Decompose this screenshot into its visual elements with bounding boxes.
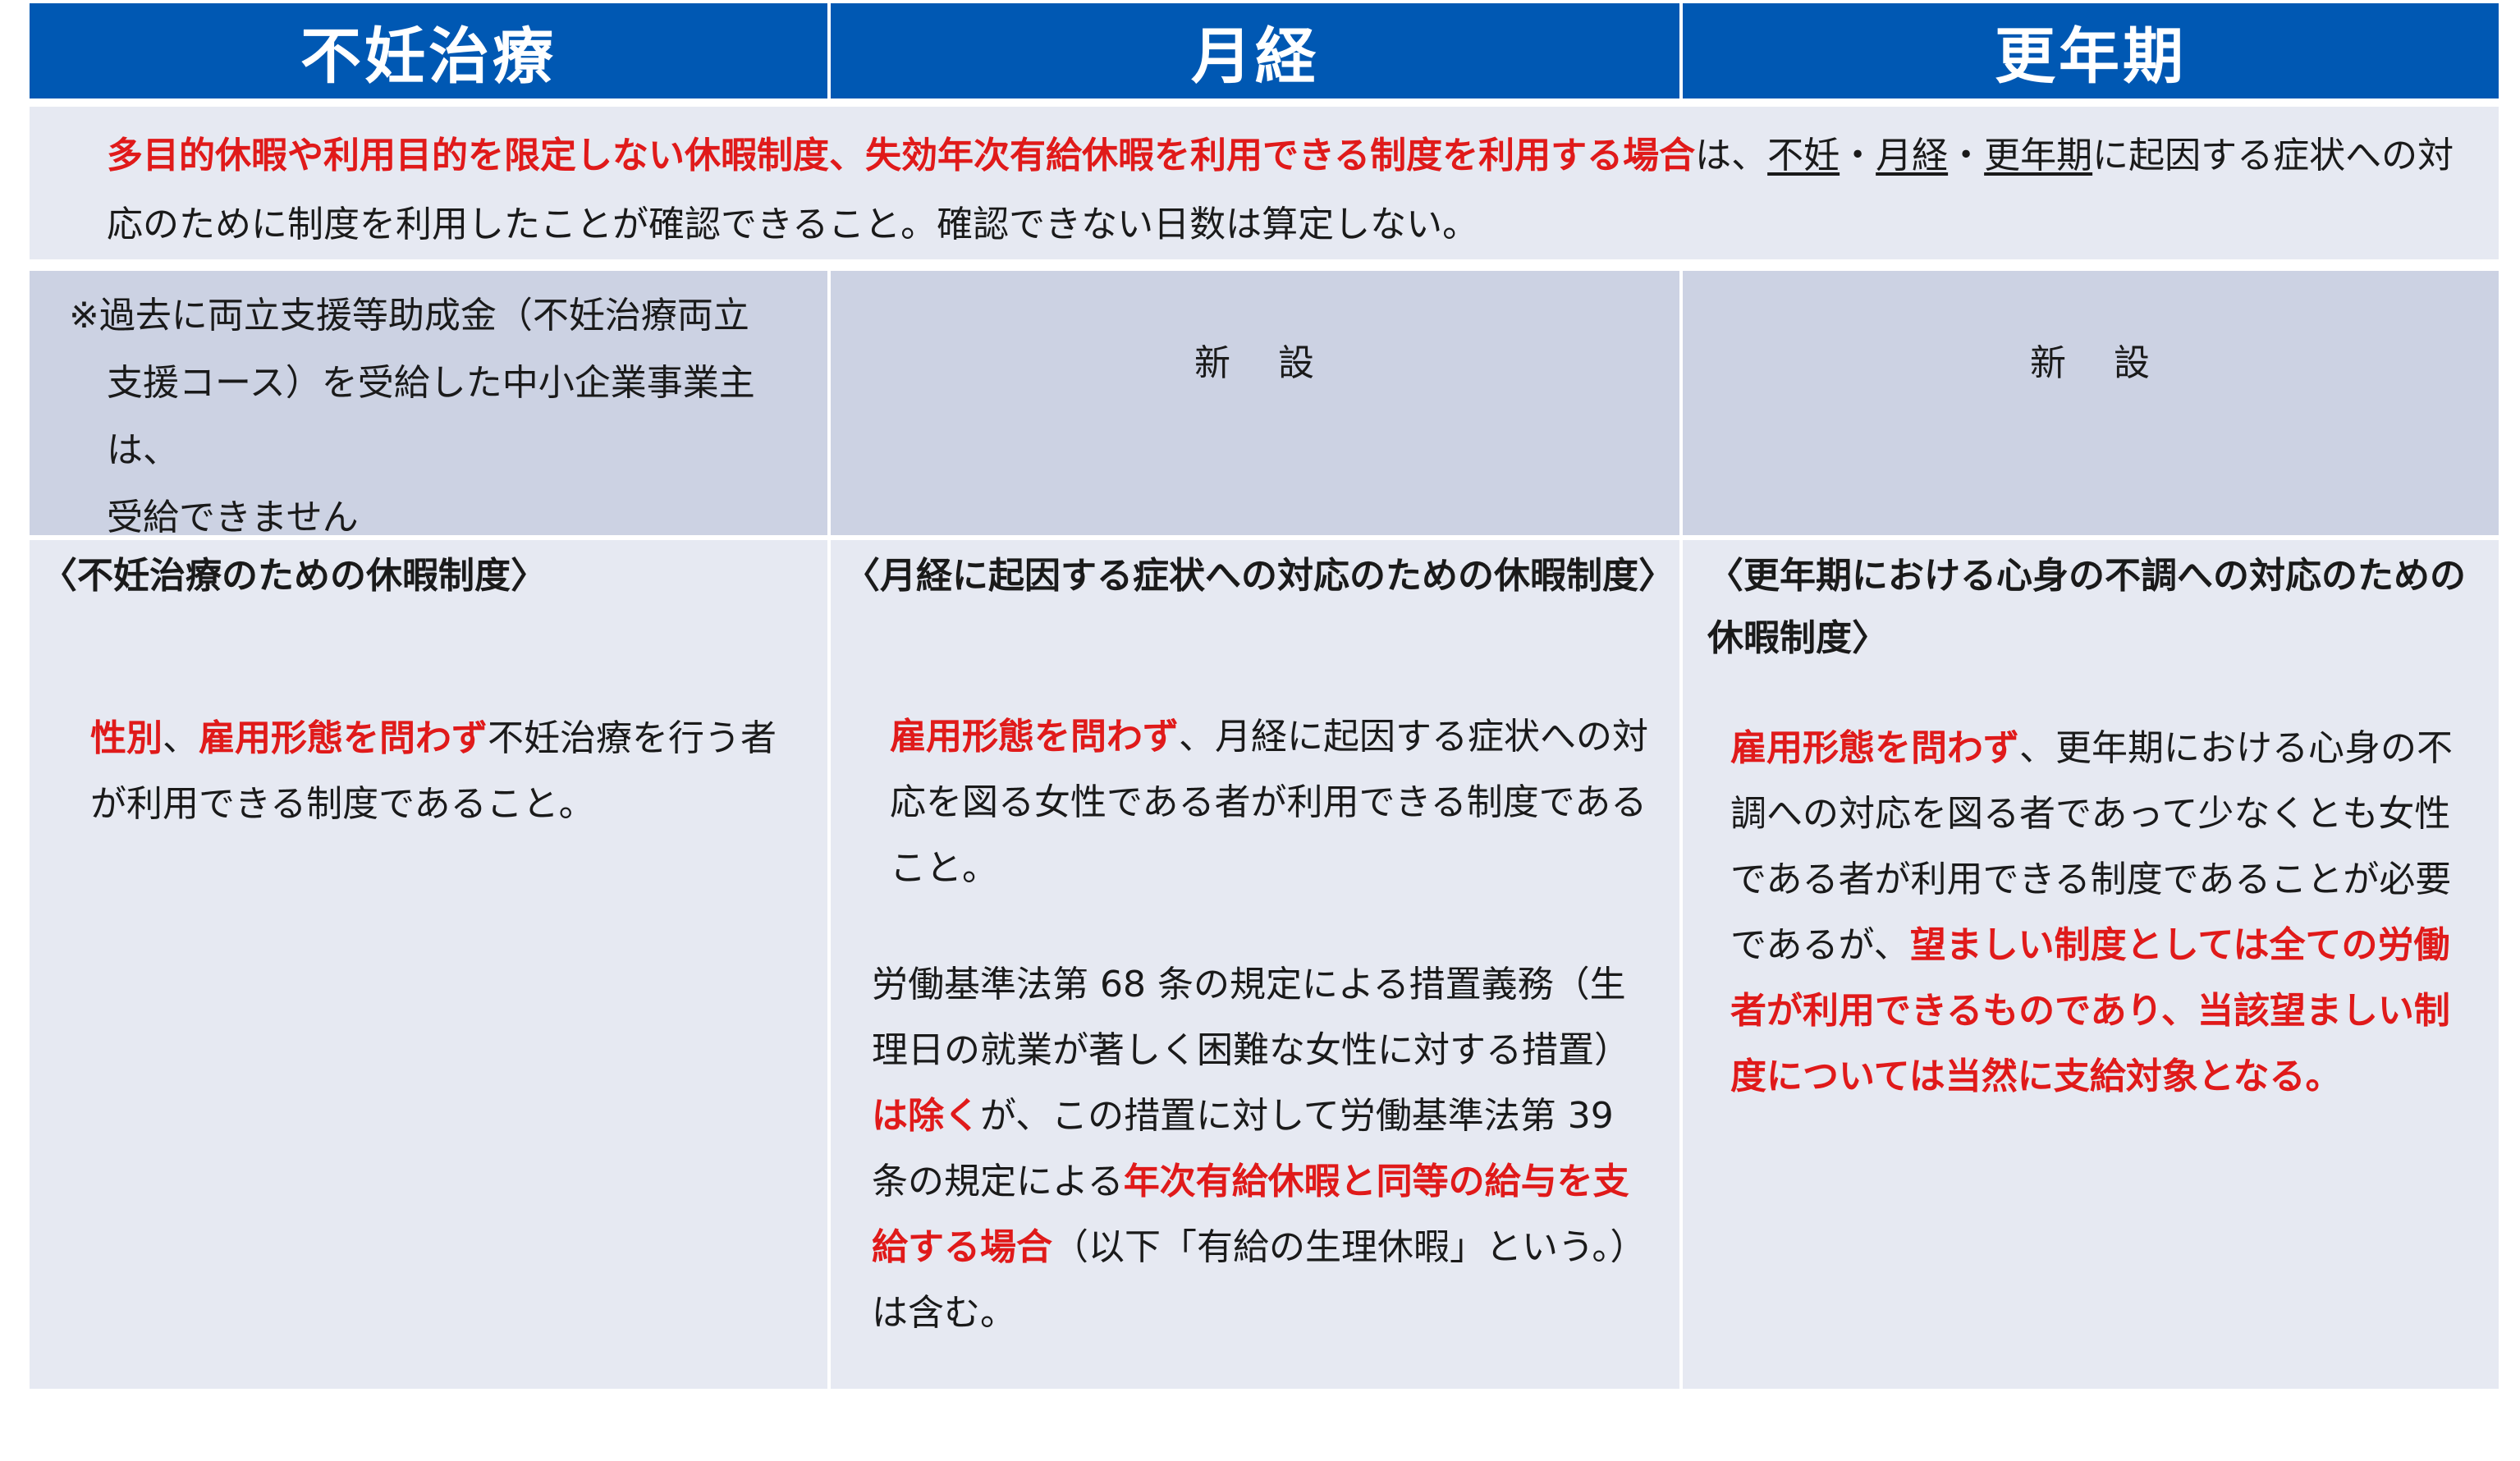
new-label: 設 xyxy=(1278,342,1316,384)
note-infertility: ※過去に両立支援等助成金（不妊治療両立 支援コース）を受給した中小企業事業主は、… xyxy=(30,271,831,538)
body-text: 労働基準法第 68 条の規定による措置義務（生理日の就業が著しく困難な女性に対す… xyxy=(872,964,1630,1071)
header-row: 不妊治療 月経 更年期 xyxy=(30,3,2499,98)
common-condition-banner: 多目的休暇や利用目的を限定しない休暇制度、失効年次有給休暇を利用できる制度を利用… xyxy=(30,107,2499,259)
new-label: 設 xyxy=(2114,342,2151,384)
banner-separator: ・ xyxy=(1948,135,1985,176)
comparison-table: 不妊治療 月経 更年期 多目的休暇や利用目的を限定しない休暇制度、失効年次有給休… xyxy=(30,3,2499,1389)
banner-separator: ・ xyxy=(1840,135,1876,176)
banner-emphasis: 多目的休暇や利用目的を限定しない休暇制度、失効年次有給休暇を利用できる制度を利用… xyxy=(107,135,1696,176)
emphasis-text: 性別 xyxy=(90,717,163,759)
emphasis-text: 雇用形態を問わず xyxy=(199,717,488,759)
body-menopause: 〈更年期における心身の不調への対応のための休暇制度〉 雇用形態を問わず、更年期に… xyxy=(1683,540,2499,1389)
banner-underline-infertility: 不妊 xyxy=(1767,135,1840,176)
emphasis-text: 雇用形態を問わず xyxy=(890,716,1179,758)
note-line: 支援コース）を受給した中小企業事業主は、 xyxy=(107,362,755,471)
section-paragraph: 雇用形態を問わず、月経に起因する症状への対応を図る女性である者が利用できる制度で… xyxy=(831,607,1679,901)
banner-text: は、 xyxy=(1695,135,1768,176)
section-heading: 〈不妊治療のための休暇制度〉 xyxy=(41,555,547,597)
note-line: ※過去に両立支援等助成金（不妊治療両立 xyxy=(69,295,749,337)
body-text: 、 xyxy=(163,717,199,759)
banner-underline-menstruation: 月経 xyxy=(1876,135,1949,176)
new-label: 新 xyxy=(1194,342,1232,384)
emphasis-text: は除く xyxy=(872,1095,980,1137)
section-paragraph: 労働基準法第 68 条の規定による措置義務（生理日の就業が著しく困難な女性に対す… xyxy=(831,901,1679,1346)
header-menstruation: 月経 xyxy=(831,3,1683,98)
header-infertility: 不妊治療 xyxy=(30,3,831,98)
section-paragraph: 雇用形態を問わず、更年期における心身の不調への対応を図る者であって少なくとも女性… xyxy=(1683,670,2499,1110)
header-menopause: 更年期 xyxy=(1683,3,2499,98)
section-heading: 〈月経に起因する症状への対応のための休暇制度〉 xyxy=(844,555,1675,597)
note-row: ※過去に両立支援等助成金（不妊治療両立 支援コース）を受給した中小企業事業主は、… xyxy=(30,271,2499,538)
new-label: 新 xyxy=(2030,342,2068,384)
body-infertility: 〈不妊治療のための休暇制度〉 性別、雇用形態を問わず不妊治療を行う者が利用できる… xyxy=(30,540,831,1389)
note-menstruation: 新 設 xyxy=(831,271,1683,535)
body-menstruation: 〈月経に起因する症状への対応のための休暇制度〉 雇用形態を問わず、月経に起因する… xyxy=(831,540,1683,1389)
body-row: 〈不妊治療のための休暇制度〉 性別、雇用形態を問わず不妊治療を行う者が利用できる… xyxy=(30,540,2499,1389)
emphasis-text: 雇用形態を問わず xyxy=(1730,727,2019,769)
section-heading: 〈更年期における心身の不調への対応のための休暇制度〉 xyxy=(1707,555,2466,659)
note-menopause: 新 設 xyxy=(1683,271,2499,535)
section-paragraph: 性別、雇用形態を問わず不妊治療を行う者が利用できる制度であること。 xyxy=(30,607,827,837)
banner-underline-menopause: 更年期 xyxy=(1984,135,2093,176)
